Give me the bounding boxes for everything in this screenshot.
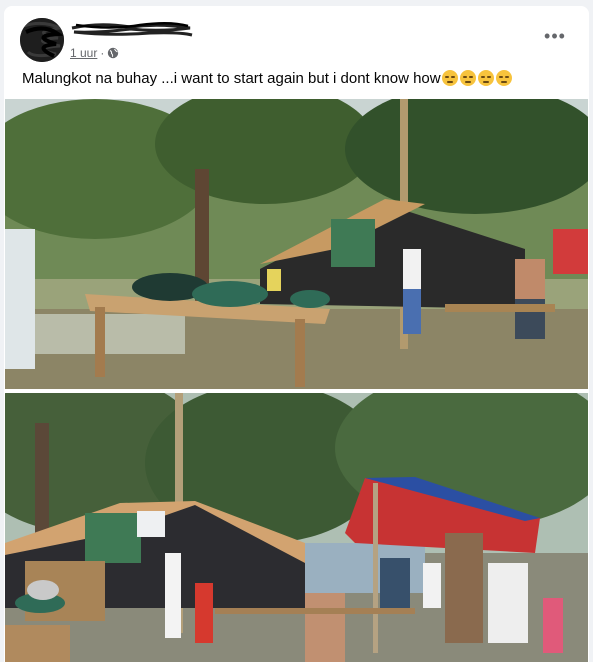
caption-emojis bbox=[441, 70, 512, 86]
caption-text: Malungkot na buhay ...i want to start ag… bbox=[22, 70, 441, 87]
meta-separator: · bbox=[100, 46, 105, 60]
globe-icon bbox=[108, 47, 119, 59]
photo-campsite-tent-table[interactable] bbox=[5, 99, 588, 389]
pensive-face-icon bbox=[477, 70, 494, 86]
photo-campsite-tents-people[interactable] bbox=[5, 393, 588, 662]
post-card: 1 uur · ••• Malungkot na buhay ...i want… bbox=[4, 6, 589, 662]
pensive-face-icon bbox=[441, 70, 458, 86]
avatar[interactable] bbox=[20, 18, 64, 62]
post-meta: 1 uur · bbox=[70, 46, 119, 60]
author-name-redacted[interactable] bbox=[70, 20, 194, 42]
pensive-face-icon bbox=[459, 70, 476, 86]
post-caption: Malungkot na buhay ...i want to start ag… bbox=[22, 70, 571, 87]
more-options-icon[interactable]: ••• bbox=[541, 26, 569, 50]
pensive-face-icon bbox=[495, 70, 512, 86]
post-timestamp[interactable]: 1 uur bbox=[70, 46, 97, 60]
